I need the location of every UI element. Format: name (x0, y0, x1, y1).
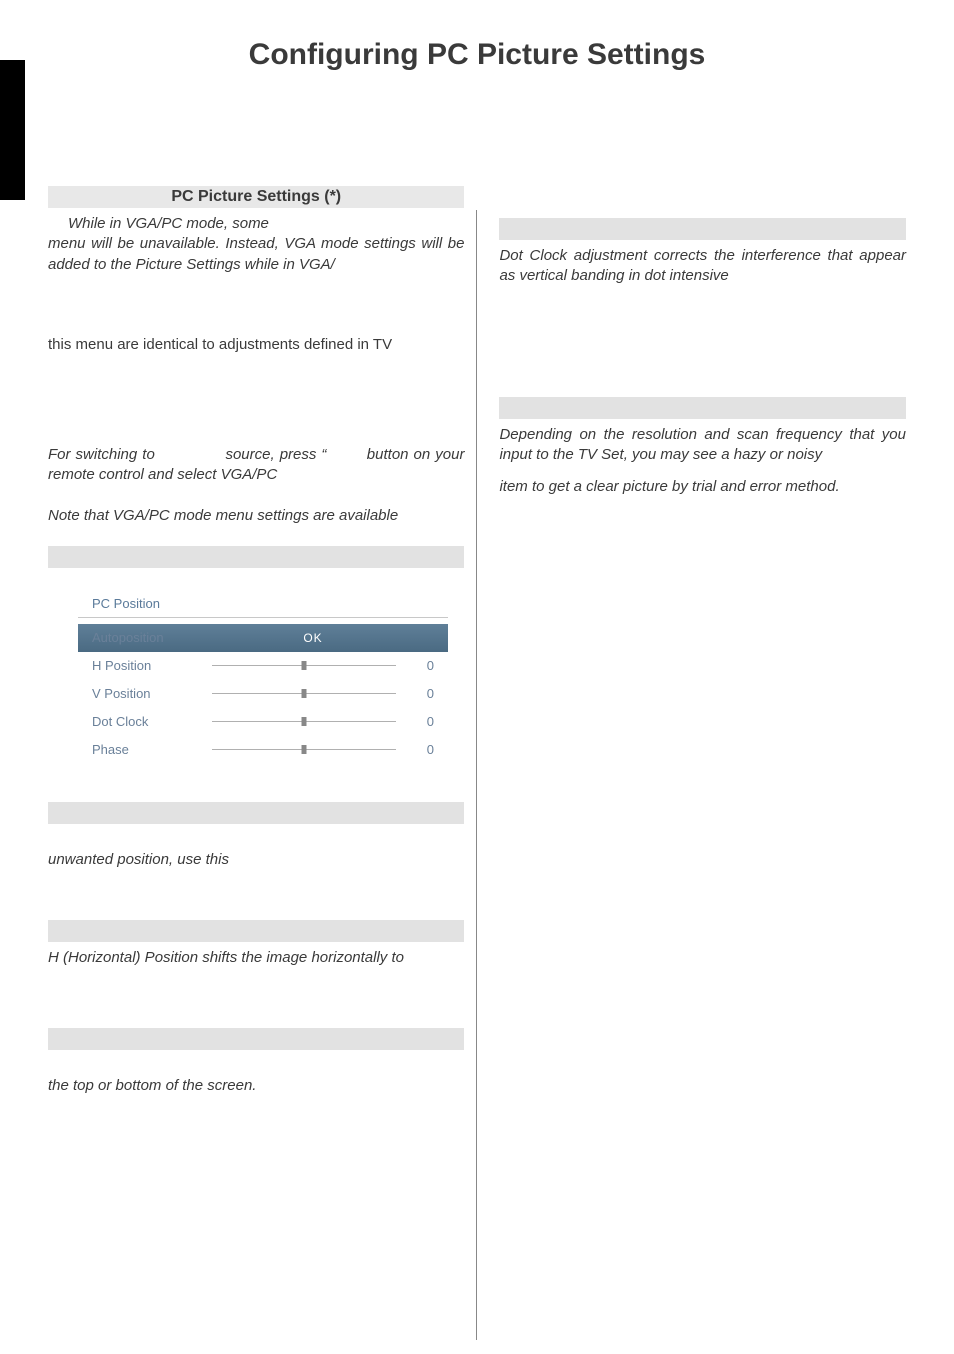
content-columns: PC Picture Settings (*) While in VGA/PC … (48, 186, 906, 1340)
slider-hposition[interactable] (212, 665, 396, 666)
panel-value-hposition: 0 (414, 658, 434, 673)
panel-label-dotclock: Dot Clock (92, 714, 212, 729)
slider-handle (302, 717, 307, 726)
panel-row-vposition[interactable]: V Position 0 (78, 680, 448, 708)
right-para1: Dot Clock adjustment corrects the interf… (499, 246, 906, 287)
column-divider (476, 210, 477, 1340)
panel-value-phase: 0 (414, 742, 434, 757)
left-para3: For switching to source, press “ button … (48, 445, 464, 486)
right-empty-header-2 (499, 397, 906, 419)
panel-label-vposition: V Position (92, 686, 212, 701)
left-para1-line1: While in VGA/PC mode, some (48, 215, 269, 232)
page-title: Configuring PC Picture Settings (0, 0, 954, 92)
left-para7: the top or bottom of the screen. (48, 1076, 464, 1096)
right-column: Dot Clock adjustment corrects the interf… (479, 186, 906, 1340)
slider-vposition[interactable] (212, 693, 396, 694)
left-empty-header-1 (48, 546, 464, 568)
right-para3: item to get a clear picture by trial and… (499, 477, 906, 497)
left-para2: this menu are identical to adjustments d… (48, 335, 464, 355)
left-para4: Note that VGA/PC mode menu settings are … (48, 506, 464, 526)
left-para6: H (Horizontal) Position shifts the image… (48, 948, 464, 968)
left-empty-header-3 (48, 920, 464, 942)
panel-label-hposition: H Position (92, 658, 212, 673)
left-para1: While in VGA/PC mode, some menu will be … (48, 214, 464, 275)
panel-row-phase[interactable]: Phase 0 (78, 736, 448, 764)
left-empty-header-4 (48, 1028, 464, 1050)
panel-title: PC Position (78, 586, 448, 618)
right-empty-header-1 (499, 218, 906, 240)
slider-handle (302, 689, 307, 698)
left-column: PC Picture Settings (*) While in VGA/PC … (48, 186, 474, 1340)
left-para5: unwanted position, use this (48, 850, 464, 870)
panel-label-phase: Phase (92, 742, 212, 757)
slider-handle (302, 661, 307, 670)
section-header-main-text: PC Picture Settings (*) (171, 188, 341, 206)
panel-label-autoposition: Autoposition (92, 630, 212, 645)
panel-ok-badge: OK (212, 631, 414, 645)
right-para2: Depending on the resolution and scan fre… (499, 425, 906, 466)
panel-row-autoposition[interactable]: Autoposition OK (78, 624, 448, 652)
left-para1-line2: menu will be unavailable. Instead, VGA m… (48, 234, 464, 275)
slider-dotclock[interactable] (212, 721, 396, 722)
left-empty-header-2 (48, 802, 464, 824)
section-header-main: PC Picture Settings (*) (48, 186, 464, 208)
pc-position-panel: PC Position Autoposition OK H Position 0… (78, 586, 448, 774)
slider-phase[interactable] (212, 749, 396, 750)
panel-value-vposition: 0 (414, 686, 434, 701)
side-black-tab (0, 60, 25, 200)
panel-row-dotclock[interactable]: Dot Clock 0 (78, 708, 448, 736)
panel-row-hposition[interactable]: H Position 0 (78, 652, 448, 680)
panel-value-dotclock: 0 (414, 714, 434, 729)
slider-handle (302, 745, 307, 754)
